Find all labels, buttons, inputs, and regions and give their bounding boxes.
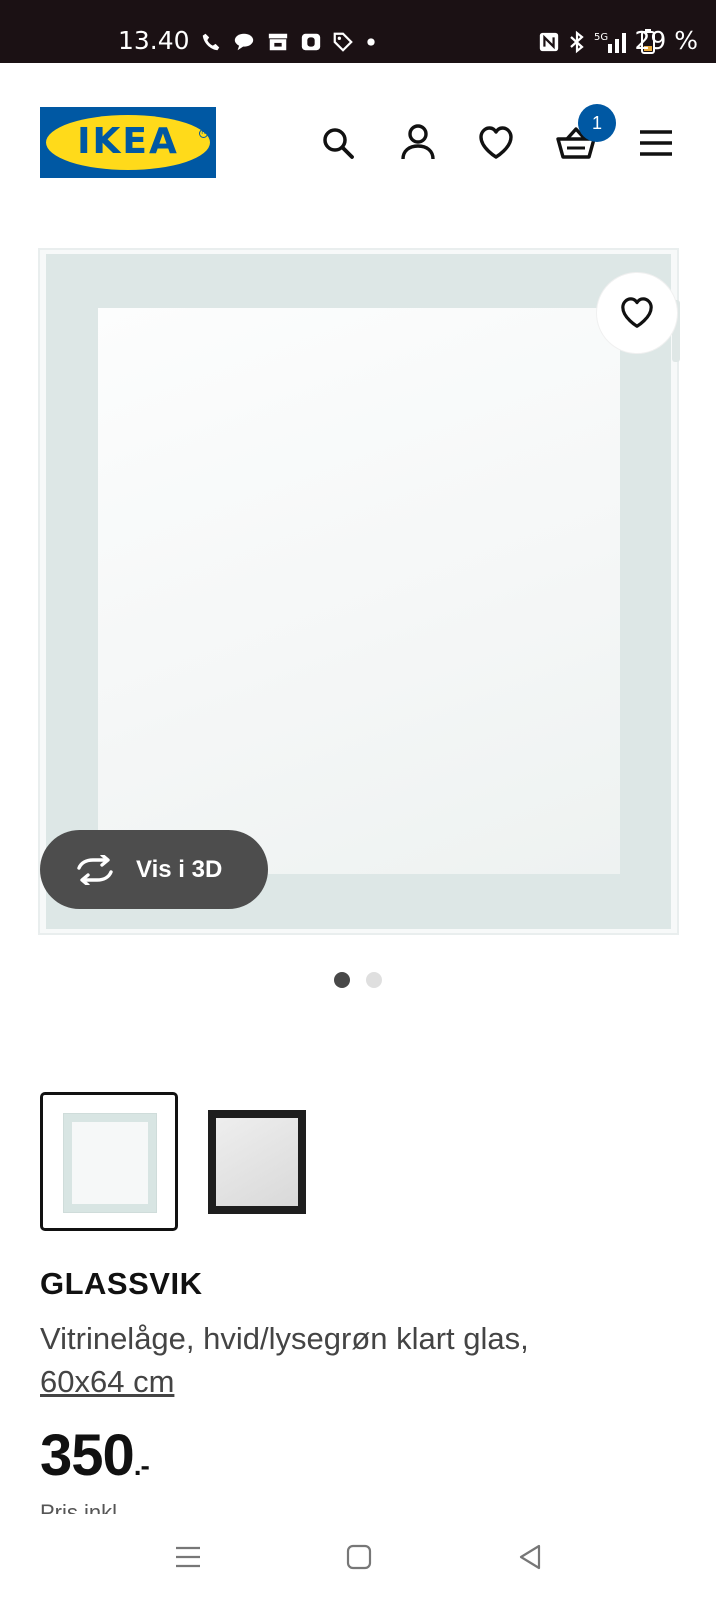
- status-time: 13.40: [118, 26, 190, 55]
- phone-icon: [202, 33, 220, 51]
- system-nav-bar: [0, 1515, 716, 1600]
- battery-percentage: 29 %: [634, 26, 698, 55]
- door-glass: [98, 308, 620, 874]
- menu-button[interactable]: [634, 121, 678, 165]
- registered-mark: R: [199, 129, 208, 138]
- search-icon: [323, 128, 354, 159]
- product-name: GLASSVIK: [40, 1266, 203, 1301]
- account-button[interactable]: [396, 120, 440, 164]
- home-icon: [346, 1544, 372, 1570]
- price-value: 350: [40, 1423, 135, 1488]
- price-note-cut-off: Pris inkl...: [40, 1502, 135, 1514]
- variant-thumbnail-glass: [72, 1122, 148, 1204]
- carousel-dot[interactable]: [366, 972, 382, 988]
- rotate-3d-icon: [74, 854, 116, 885]
- add-to-wishlist-button[interactable]: [597, 273, 677, 353]
- store-icon: [268, 33, 288, 51]
- svg-text:5G: 5G: [594, 32, 608, 43]
- back-icon: [519, 1544, 541, 1570]
- price-suffix: .-: [133, 1450, 150, 1481]
- search-button[interactable]: [316, 121, 360, 165]
- recent-apps-button[interactable]: [164, 1535, 212, 1579]
- door-frame: [46, 254, 671, 929]
- product-description: Vitrinelåge, hvid/lysegrøn klart glas,: [40, 1321, 529, 1356]
- dot-icon: [367, 38, 375, 46]
- heart-icon: [479, 126, 513, 159]
- home-button[interactable]: [335, 1535, 383, 1579]
- variant-black[interactable]: [208, 1110, 306, 1214]
- user-icon: [401, 124, 435, 160]
- signal-icon: 5G: [594, 32, 626, 53]
- ikea-logo[interactable]: IKEA R: [40, 107, 216, 178]
- product-size-link[interactable]: 60x64 cm: [40, 1364, 174, 1400]
- back-button[interactable]: [506, 1535, 554, 1579]
- variant-white-selected[interactable]: [40, 1092, 178, 1231]
- app-icon: [301, 33, 321, 51]
- nfc-icon: [539, 32, 559, 52]
- variant-thumbnail-glass: [216, 1118, 298, 1206]
- variant-thumbnail-frame: [63, 1113, 157, 1213]
- menu-icon: [640, 130, 672, 156]
- tag-icon: [333, 32, 353, 52]
- view-3d-label: Vis i 3D: [136, 855, 223, 883]
- heart-icon: [621, 297, 653, 328]
- view-3d-button[interactable]: Vis i 3D: [40, 830, 268, 909]
- status-notification-icons: [200, 27, 378, 57]
- basket-count-badge: 1: [578, 104, 616, 142]
- logo-text: IKEA: [77, 121, 179, 162]
- chat-icon: [234, 33, 254, 51]
- status-bar: 13.40 5G 29 %: [0, 0, 716, 63]
- carousel-dot-active[interactable]: [334, 972, 350, 988]
- recent-apps-icon: [176, 1546, 200, 1568]
- product-price: 350.-: [40, 1422, 150, 1489]
- bluetooth-icon: [570, 30, 584, 54]
- wishlist-button[interactable]: [474, 121, 518, 165]
